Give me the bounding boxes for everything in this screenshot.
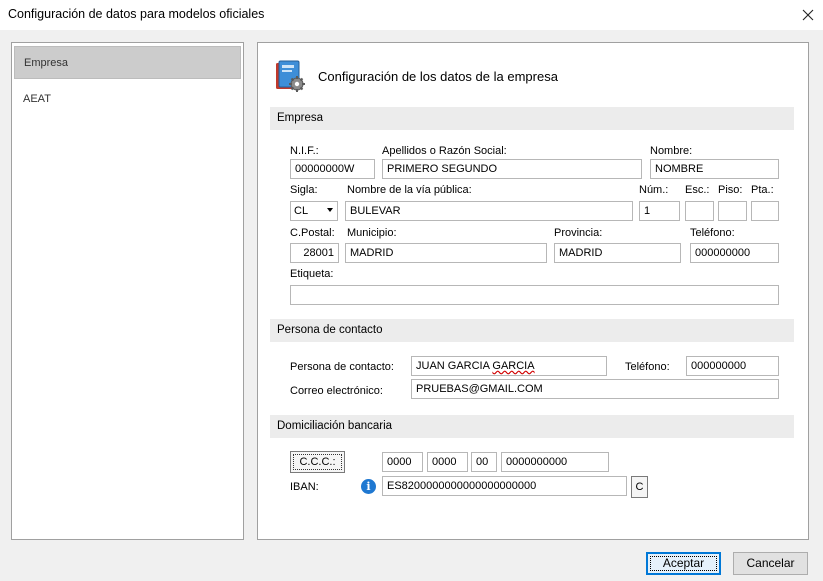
- persona-contacto-misspelled: GARCIA: [492, 360, 535, 372]
- contacto-telefono-label: Teléfono:: [625, 361, 670, 373]
- sidebar-item-empresa[interactable]: Empresa: [14, 46, 241, 79]
- correo-label: Correo electrónico:: [290, 385, 383, 397]
- book-gear-icon: [276, 60, 305, 92]
- pta-label: Pta.:: [751, 184, 774, 196]
- section-banco: Domiciliación bancaria: [270, 415, 794, 438]
- piso-label: Piso:: [718, 184, 743, 196]
- nombre-field[interactable]: [650, 159, 779, 179]
- sidebar: Empresa AEAT: [11, 42, 244, 540]
- persona-contacto-label: Persona de contacto:: [290, 361, 394, 373]
- ccc-button[interactable]: C.C.C.:: [290, 451, 345, 473]
- nif-field[interactable]: [290, 159, 375, 179]
- provincia-label: Provincia:: [554, 227, 603, 239]
- sidebar-item-aeat[interactable]: AEAT: [14, 83, 241, 116]
- correo-field[interactable]: [411, 379, 779, 399]
- ccc-entidad-field[interactable]: [382, 452, 423, 472]
- num-field[interactable]: [639, 201, 680, 221]
- cp-label: C.Postal:: [290, 227, 335, 239]
- nombre-label: Nombre:: [650, 145, 693, 157]
- focus-rect: [650, 556, 717, 571]
- provincia-field[interactable]: [554, 243, 681, 263]
- sigla-label: Sigla:: [290, 184, 318, 196]
- main-panel: Configuración de los datos de la empresa…: [257, 42, 809, 540]
- esc-field[interactable]: [685, 201, 714, 221]
- ccc-cuenta-field[interactable]: [501, 452, 609, 472]
- razon-label: Apellidos o Razón Social:: [382, 145, 507, 157]
- accept-button[interactable]: Aceptar: [646, 552, 721, 575]
- focus-rect: [293, 454, 342, 470]
- section-contacto: Persona de contacto: [270, 319, 794, 342]
- iban-field[interactable]: [382, 476, 627, 496]
- close-button[interactable]: [793, 0, 823, 30]
- piso-field[interactable]: [718, 201, 747, 221]
- sigla-value: CL: [294, 205, 309, 217]
- esc-label: Esc.:: [685, 184, 710, 196]
- window-title: Configuración de datos para modelos ofic…: [8, 7, 265, 21]
- persona-contacto-text: JUAN GARCIA: [416, 360, 493, 372]
- via-field[interactable]: [345, 201, 633, 221]
- info-icon[interactable]: i: [361, 479, 376, 494]
- close-icon: [802, 9, 814, 21]
- ccc-dc-field[interactable]: [471, 452, 497, 472]
- etiqueta-label: Etiqueta:: [290, 268, 334, 280]
- municipio-label: Municipio:: [347, 227, 397, 239]
- cancel-button[interactable]: Cancelar: [733, 552, 808, 575]
- title-bar: Configuración de datos para modelos ofic…: [0, 0, 823, 30]
- section-empresa: Empresa: [270, 107, 794, 130]
- iban-label: IBAN:: [290, 481, 319, 493]
- ccc-oficina-field[interactable]: [427, 452, 468, 472]
- nif-label: N.I.F.:: [290, 145, 319, 157]
- pta-field[interactable]: [751, 201, 779, 221]
- municipio-field[interactable]: [345, 243, 547, 263]
- contacto-telefono-field[interactable]: [686, 356, 779, 376]
- codigo-postal-field[interactable]: [290, 243, 339, 263]
- razon-social-field[interactable]: [382, 159, 642, 179]
- iban-check-button[interactable]: C: [631, 476, 648, 498]
- chevron-down-icon: [327, 208, 333, 212]
- sigla-select[interactable]: CL: [290, 201, 338, 221]
- telefono-label: Teléfono:: [690, 227, 735, 239]
- via-label: Nombre de la vía pública:: [347, 184, 472, 196]
- page-title: Configuración de los datos de la empresa: [318, 69, 558, 84]
- num-label: Núm.:: [639, 184, 669, 196]
- telefono-field[interactable]: [690, 243, 779, 263]
- etiqueta-field[interactable]: [290, 285, 779, 305]
- persona-contacto-field[interactable]: JUAN GARCIA GARCIA: [411, 356, 607, 376]
